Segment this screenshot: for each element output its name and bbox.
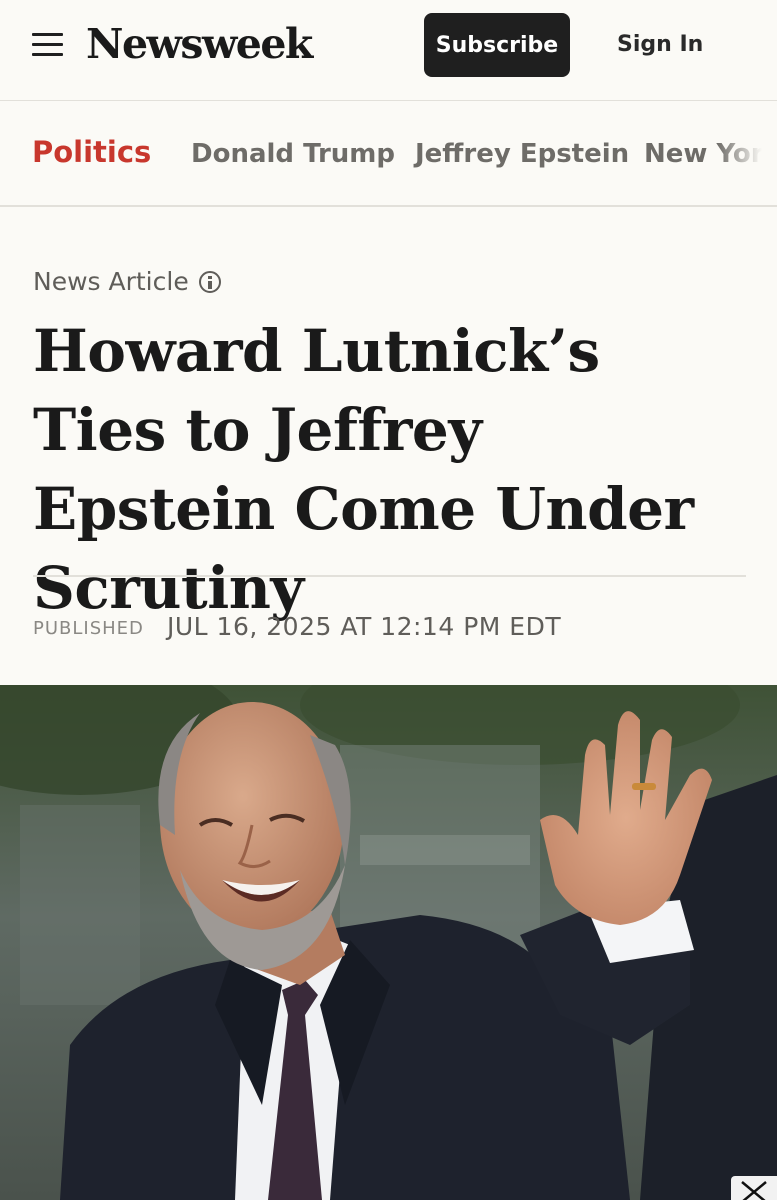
article-type-label: News Article [33,266,221,298]
site-logo[interactable]: Newsweek [86,18,313,70]
nav-fade-overlay [717,101,777,205]
close-x-icon[interactable] [731,1176,777,1200]
subscribe-button[interactable]: Subscribe [424,13,570,77]
nav-item-jeffrey-epstein[interactable]: Jeffrey Epstein [415,137,629,171]
info-circle-icon[interactable] [198,271,221,293]
close-x-glyph [741,1181,767,1200]
hero-photo-illustration [0,685,777,1200]
headline-divider [33,575,746,577]
article-headline: Howard Lutnick’s Ties to Jeffrey Epstein… [33,317,694,622]
published-date: JUL 16, 2025 AT 12:14 PM EDT [167,612,562,641]
nav-item-donald-trump[interactable]: Donald Trump [191,137,395,171]
menu-bar [32,33,63,36]
section-nav: Politics Donald Trump Jeffrey Epstein Ne… [0,101,777,207]
nav-item-politics[interactable]: Politics [32,135,151,169]
article-type-text: News Article [33,267,189,296]
hero-image [0,685,777,1200]
hamburger-menu-icon[interactable] [32,31,63,57]
sign-in-link[interactable]: Sign In [617,31,703,59]
site-header: Newsweek Subscribe Sign In [0,0,777,101]
published-label: PUBLISHED [33,618,144,639]
menu-bar [32,53,63,56]
menu-bar [32,43,63,46]
